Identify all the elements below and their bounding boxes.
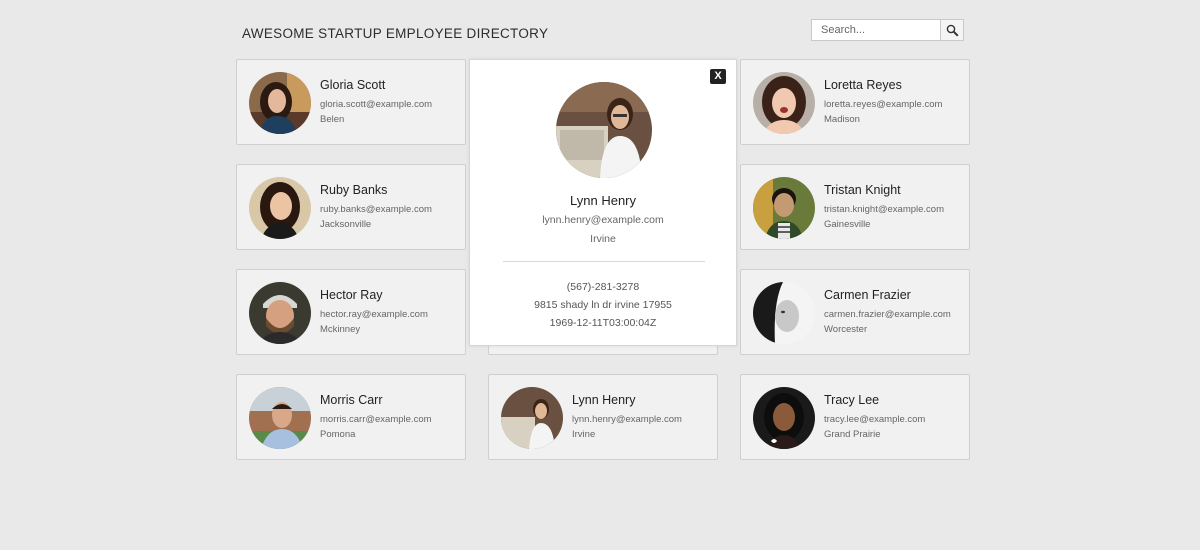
employee-name: Lynn Henry bbox=[572, 393, 636, 407]
employee-city: Worcester bbox=[824, 324, 868, 335]
page-title: AWESOME STARTUP EMPLOYEE DIRECTORY bbox=[242, 26, 549, 41]
employee-email: morris.carr@example.com bbox=[320, 414, 432, 425]
avatar bbox=[753, 72, 815, 134]
employee-card[interactable]: Lynn Henry lynn.henry@example.com Irvine bbox=[488, 374, 718, 460]
employee-city: Grand Prairie bbox=[824, 429, 881, 440]
employee-email: tristan.knight@example.com bbox=[824, 204, 944, 215]
modal-employee-city: Irvine bbox=[590, 233, 616, 245]
employee-city: Madison bbox=[824, 114, 860, 125]
avatar bbox=[249, 177, 311, 239]
modal-employee-birthday: 1969-12-11T03:00:04Z bbox=[549, 317, 657, 329]
employee-city: Belen bbox=[320, 114, 345, 125]
employee-card[interactable]: Tracy Lee tracy.lee@example.com Grand Pr… bbox=[740, 374, 970, 460]
employee-city: Irvine bbox=[572, 429, 596, 440]
employee-email: gloria.scott@example.com bbox=[320, 99, 433, 110]
employee-name: Gloria Scott bbox=[320, 78, 386, 92]
employee-card[interactable]: Gloria Scott gloria.scott@example.com Be… bbox=[236, 59, 466, 145]
avatar bbox=[249, 387, 311, 449]
employee-city: Pomona bbox=[320, 429, 356, 440]
employee-email: hector.ray@example.com bbox=[320, 309, 428, 320]
modal-employee-phone: (567)-281-3278 bbox=[566, 281, 640, 293]
employee-email: loretta.reyes@example.com bbox=[824, 99, 943, 110]
employee-card[interactable]: Carmen Frazier carmen.frazier@example.co… bbox=[740, 269, 970, 355]
employee-email: ruby.banks@example.com bbox=[320, 204, 432, 215]
employee-email: carmen.frazier@example.com bbox=[824, 309, 951, 320]
modal-employee-name: Lynn Henry bbox=[570, 193, 636, 208]
employee-city: Mckinney bbox=[320, 324, 361, 335]
employee-name: Loretta Reyes bbox=[824, 78, 902, 92]
modal-employee-email: lynn.henry@example.com bbox=[542, 214, 664, 226]
employee-name: Morris Carr bbox=[320, 393, 383, 407]
search-button[interactable] bbox=[940, 19, 964, 41]
employee-card[interactable]: Tristan Knight tristan.knight@example.co… bbox=[740, 164, 970, 250]
avatar bbox=[249, 72, 311, 134]
modal-avatar bbox=[556, 82, 652, 178]
employee-email: tracy.lee@example.com bbox=[824, 414, 926, 425]
employee-card[interactable]: Loretta Reyes loretta.reyes@example.com … bbox=[740, 59, 970, 145]
avatar bbox=[753, 387, 815, 449]
employee-card[interactable]: Morris Carr morris.carr@example.com Pomo… bbox=[236, 374, 466, 460]
employee-card[interactable]: Hector Ray hector.ray@example.com Mckinn… bbox=[236, 269, 466, 355]
employee-name: Ruby Banks bbox=[320, 183, 388, 197]
avatar bbox=[249, 282, 311, 344]
employee-name: Carmen Frazier bbox=[824, 288, 911, 302]
employee-city: Gainesville bbox=[824, 219, 871, 230]
avatar bbox=[753, 177, 815, 239]
employee-email: lynn.henry@example.com bbox=[572, 414, 682, 425]
search-icon bbox=[946, 24, 959, 37]
close-button[interactable]: X bbox=[710, 69, 726, 84]
search-input[interactable] bbox=[811, 19, 940, 41]
avatar bbox=[753, 282, 815, 344]
employee-card[interactable]: Ruby Banks ruby.banks@example.com Jackso… bbox=[236, 164, 466, 250]
divider bbox=[503, 261, 705, 262]
modal-employee-address: 9815 shady ln dr irvine 17955 bbox=[534, 299, 672, 311]
search-form bbox=[811, 19, 964, 41]
employee-name: Hector Ray bbox=[320, 288, 383, 302]
employee-name: Tristan Knight bbox=[824, 183, 901, 197]
employee-city: Jacksonville bbox=[320, 219, 372, 230]
employee-name: Tracy Lee bbox=[824, 393, 880, 407]
avatar bbox=[501, 387, 563, 449]
employee-modal: X Lynn Henry lynn.henry@example.com Irvi… bbox=[469, 59, 737, 346]
header: AWESOME STARTUP EMPLOYEE DIRECTORY bbox=[242, 19, 964, 46]
